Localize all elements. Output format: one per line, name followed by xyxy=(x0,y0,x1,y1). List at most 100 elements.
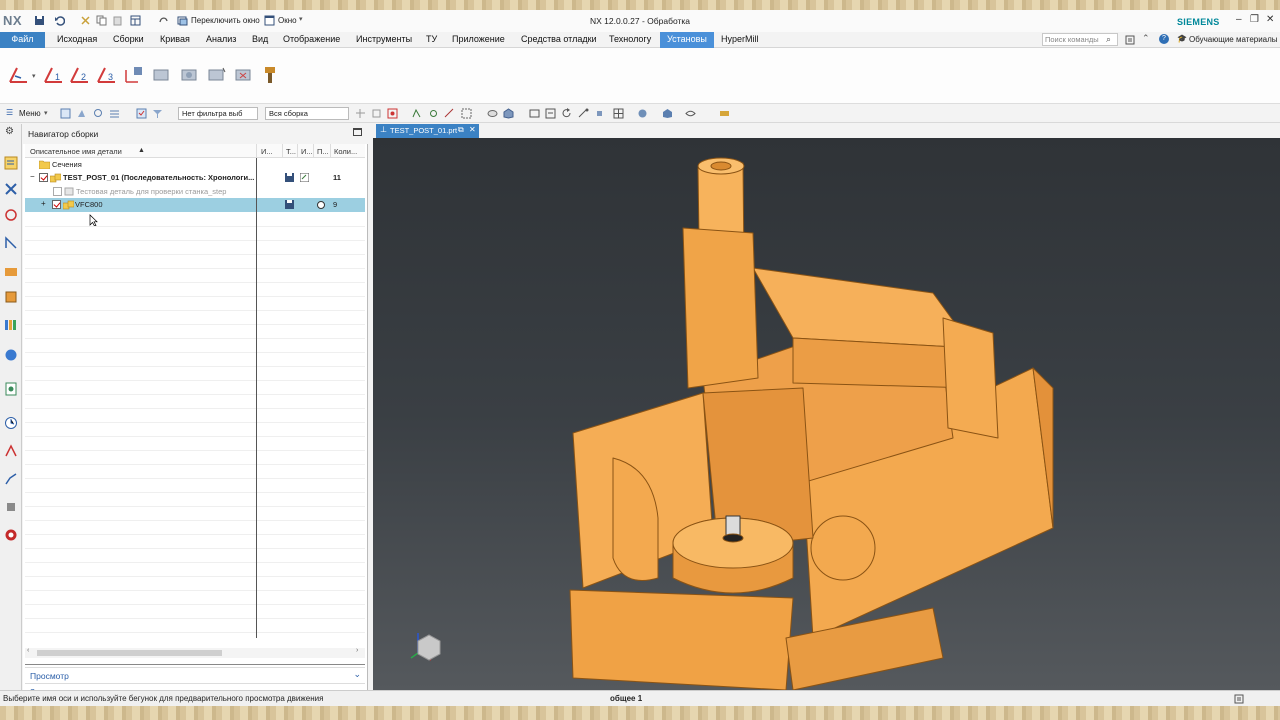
tab-tools[interactable]: Инструменты xyxy=(356,34,412,44)
ribbon-options-icon[interactable] xyxy=(1125,35,1135,45)
tab-technologist[interactable]: Технологу xyxy=(609,34,651,44)
graphics-viewport[interactable] xyxy=(373,138,1280,690)
scrollbar-thumb[interactable] xyxy=(37,650,222,656)
tab-assemblies[interactable]: Сборки xyxy=(113,34,144,44)
horizontal-scrollbar[interactable]: ‹ › xyxy=(25,647,365,658)
minimize-icon[interactable]: – xyxy=(1236,14,1242,25)
axis-1-icon[interactable]: 1 xyxy=(42,64,66,86)
type-filter-select[interactable]: Нет фильтра выб xyxy=(178,107,258,120)
scope-select[interactable]: Вся сборка xyxy=(265,107,349,120)
axis-2-icon[interactable]: 2 xyxy=(68,64,92,86)
view-icon-4[interactable] xyxy=(545,108,556,119)
column-separator[interactable] xyxy=(313,144,314,158)
tree-row-test-post[interactable]: − TEST_POST_01 (Последовательность: Хрон… xyxy=(25,171,365,185)
snap-icon-6[interactable] xyxy=(444,108,455,119)
component-icon-2[interactable] xyxy=(178,64,202,86)
menu-icon[interactable]: ☰ xyxy=(6,108,13,117)
fixtures-icon[interactable] xyxy=(4,500,18,514)
reuse-library-icon[interactable] xyxy=(4,236,18,250)
machine-model-view[interactable] xyxy=(373,138,1280,690)
kinematic-axis-icon[interactable] xyxy=(7,64,31,86)
snap-icon-1[interactable] xyxy=(355,108,366,119)
snap-icon-2[interactable] xyxy=(371,108,382,119)
machine-navigator-icon[interactable] xyxy=(4,290,18,304)
visibility-checkbox[interactable] xyxy=(52,200,61,209)
help-icon[interactable]: ? xyxy=(1159,34,1169,44)
component-icon-1[interactable] xyxy=(150,64,174,86)
column-position[interactable]: П... xyxy=(317,147,329,156)
close-tab-icon[interactable]: ✕ xyxy=(469,125,476,134)
dropdown-arrow-icon[interactable]: ▾ xyxy=(32,72,36,80)
menu-button[interactable]: Меню xyxy=(19,109,41,118)
column-quantity[interactable]: Коли... xyxy=(334,147,357,156)
component-icon-4[interactable] xyxy=(232,64,256,86)
tab-debug-tools[interactable]: Средства отладки xyxy=(521,34,597,44)
snap-icon-5[interactable] xyxy=(428,108,439,119)
view-icon-7[interactable] xyxy=(613,108,624,119)
scroll-left-icon[interactable]: ‹ xyxy=(27,647,29,654)
restore-icon[interactable]: ❐ xyxy=(1250,14,1259,25)
assembly-navigator-icon[interactable] xyxy=(4,156,18,170)
collapse-icon[interactable]: − xyxy=(30,172,35,181)
float-tab-icon[interactable]: ⧉ xyxy=(458,125,464,135)
tab-view[interactable]: Вид xyxy=(252,34,268,44)
process-studio-icon[interactable] xyxy=(4,528,18,542)
tree-row-test-part[interactable]: Тестовая деталь для проверки станка_step xyxy=(25,185,365,198)
tab-file[interactable]: Файл xyxy=(0,32,45,48)
library-icon[interactable] xyxy=(4,318,18,332)
tab-curve[interactable]: Кривая xyxy=(160,34,190,44)
gear-icon[interactable]: ⚙ xyxy=(5,126,14,137)
view-icon-6[interactable] xyxy=(594,108,605,119)
axis-3-icon[interactable]: 3 xyxy=(95,64,119,86)
view-icon-5[interactable] xyxy=(578,108,589,119)
column-modified[interactable]: И... xyxy=(301,147,313,156)
tree-row-vfc800[interactable]: + VFC800 9 xyxy=(25,198,365,212)
part-navigator-icon[interactable] xyxy=(4,208,18,222)
tab-tu[interactable]: ТУ xyxy=(426,34,437,44)
scroll-right-icon[interactable]: › xyxy=(356,647,358,654)
column-separator[interactable] xyxy=(330,144,331,158)
sort-ascending-icon[interactable]: ▲ xyxy=(138,147,145,154)
tab-home[interactable]: Исходная xyxy=(57,34,97,44)
highlight-icon[interactable] xyxy=(719,108,730,119)
component-icon-3[interactable] xyxy=(205,64,229,86)
kinematics-icon[interactable] xyxy=(4,472,18,486)
column-separator[interactable] xyxy=(282,144,283,158)
render-icon[interactable] xyxy=(662,108,673,119)
learning-materials-link[interactable]: Обучающие материалы xyxy=(1189,35,1278,44)
view-icon-3[interactable] xyxy=(529,108,540,119)
expand-icon[interactable]: + xyxy=(41,199,46,208)
visibility-checkbox[interactable] xyxy=(39,173,48,182)
search-icon[interactable]: ⌕ xyxy=(1106,34,1111,45)
column-type[interactable]: Т... xyxy=(286,147,296,156)
view-icon-2[interactable] xyxy=(503,108,514,119)
shading-icon[interactable] xyxy=(637,108,648,119)
column-descriptive-name[interactable]: Описательное имя детали xyxy=(30,147,122,156)
tab-display[interactable]: Отображение xyxy=(283,34,340,44)
maximize-panel-icon[interactable] xyxy=(353,128,362,136)
document-tab[interactable]: ⊥ TEST_POST_01.prt ⧉ ✕ xyxy=(376,124,479,138)
learning-icon[interactable]: 🎓 xyxy=(1177,34,1187,43)
collapse-ribbon-icon[interactable]: ⌃ xyxy=(1142,33,1150,44)
history-icon[interactable] xyxy=(4,382,18,396)
chevron-down-icon[interactable]: ▾ xyxy=(44,109,48,117)
tool-holder-icon[interactable] xyxy=(259,64,283,86)
snap-icon-4[interactable] xyxy=(411,108,422,119)
clock-icon[interactable] xyxy=(4,416,18,430)
column-separator[interactable] xyxy=(256,144,257,158)
select-icon-4[interactable] xyxy=(109,108,120,119)
tab-analysis[interactable]: Анализ xyxy=(206,34,236,44)
constraint-navigator-icon[interactable] xyxy=(4,182,18,196)
tree-row-sections[interactable]: Сечения xyxy=(25,158,365,171)
roles-icon[interactable] xyxy=(4,444,18,458)
visibility-icon[interactable] xyxy=(685,108,696,119)
column-separator[interactable] xyxy=(297,144,298,158)
filter-icon-2[interactable] xyxy=(152,108,163,119)
view-icon-1[interactable] xyxy=(487,108,498,119)
web-browser-icon[interactable] xyxy=(4,348,18,362)
junction-icon[interactable] xyxy=(122,64,146,86)
filter-icon-1[interactable] xyxy=(136,108,147,119)
preview-panel-header[interactable]: Просмотр ⌄ xyxy=(25,667,365,681)
tab-application[interactable]: Приложение xyxy=(452,34,505,44)
visibility-checkbox[interactable] xyxy=(53,187,62,196)
